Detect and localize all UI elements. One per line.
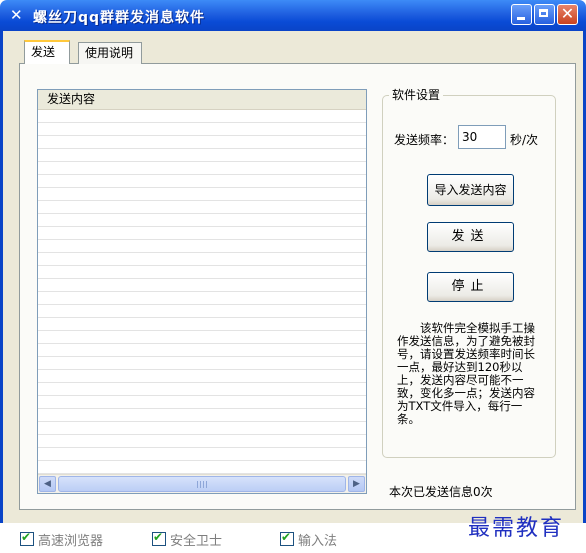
check-browser-label: 高速浏览器 <box>38 534 104 549</box>
check-security-label: 安全卫士 <box>170 534 223 549</box>
checkbox-icon <box>280 530 294 546</box>
close-button[interactable]: ✕ <box>557 4 578 25</box>
maximize-button[interactable] <box>534 4 555 25</box>
tab-send[interactable]: 发送 <box>24 40 70 64</box>
title-bar: ✕ 螺丝刀qq群群发消息软件 ✕ <box>0 0 586 31</box>
list-rows-area[interactable] <box>38 110 366 474</box>
send-content-list[interactable]: 发送内容 ◀ ▶ <box>37 89 367 494</box>
scroll-thumb[interactable] <box>58 476 346 492</box>
frequency-input[interactable]: 30 <box>458 125 506 149</box>
frequency-label: 发送频率： <box>394 133 455 147</box>
scroll-left-button[interactable]: ◀ <box>39 476 56 492</box>
chevron-right-icon: ▶ <box>353 479 360 489</box>
grip-icon <box>197 481 207 488</box>
watermark-text: 最需教育 <box>468 516 565 541</box>
usage-description: 该软件完全模拟手工操作发送信息，为了避免被封号，请设置发送频率时间长一点，最好达… <box>397 321 535 426</box>
check-ime-label: 输入法 <box>298 534 338 549</box>
chevron-left-icon: ◀ <box>44 479 51 489</box>
screwdriver-icon: ✕ <box>10 6 23 24</box>
scroll-right-button[interactable]: ▶ <box>348 476 365 492</box>
sent-count-status: 本次已发送信息0次 <box>389 485 493 499</box>
minimize-button[interactable] <box>511 4 532 25</box>
import-content-button[interactable]: 导入发送内容 <box>427 174 514 206</box>
check-ime[interactable]: 输入法 <box>280 530 337 549</box>
stop-button[interactable]: 停止 <box>427 272 514 302</box>
list-column-header[interactable]: 发送内容 <box>38 90 366 110</box>
settings-group-label: 软件设置 <box>389 86 444 103</box>
horizontal-scrollbar[interactable]: ◀ ▶ <box>38 474 366 493</box>
tab-help[interactable]: 使用说明 <box>78 42 142 64</box>
close-icon: ✕ <box>560 4 575 23</box>
window-title: 螺丝刀qq群群发消息软件 <box>33 10 206 26</box>
checkbox-icon <box>152 530 166 546</box>
check-security[interactable]: 安全卫士 <box>152 530 222 549</box>
check-browser[interactable]: 高速浏览器 <box>20 530 103 549</box>
checkbox-icon <box>20 530 34 546</box>
send-button[interactable]: 发送 <box>427 222 514 252</box>
frequency-unit: 秒/次 <box>510 133 539 147</box>
